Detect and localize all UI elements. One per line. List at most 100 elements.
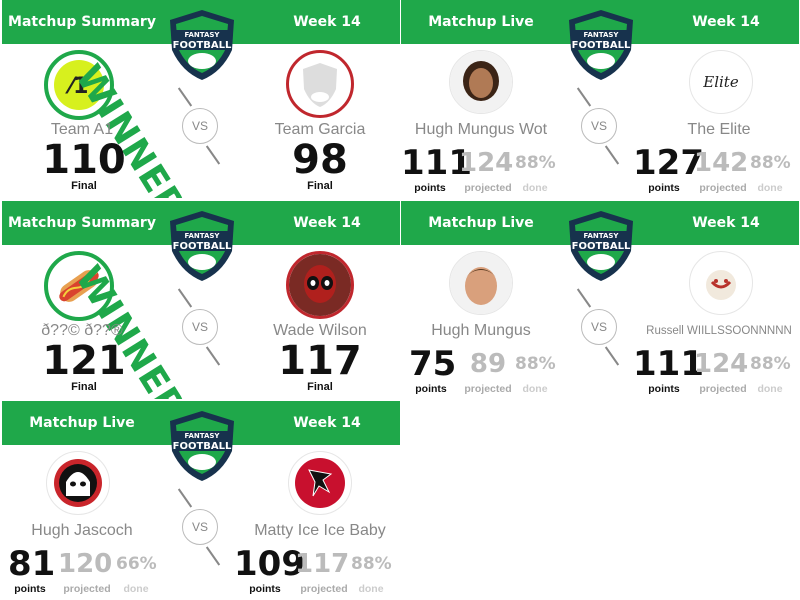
matchup-card[interactable]: Matchup Summary Week 14 FANTASY FOOTBALL… <box>2 201 400 399</box>
matchup-card[interactable]: Matchup Live Week 14 FANTASY FOOTBALL Hu… <box>2 401 400 599</box>
card-title: Matchup Summary <box>8 14 156 30</box>
points-stat: 111 points <box>401 143 472 194</box>
volleyball-icon <box>706 270 736 300</box>
points-value: 81 <box>8 544 56 584</box>
team-avatar[interactable] <box>288 451 352 515</box>
points-label: points <box>415 383 447 395</box>
done-stat: 66% done <box>116 545 157 595</box>
points-stat: 81 points <box>8 544 56 595</box>
final-label: Final <box>71 180 97 192</box>
fantasy-football-logo-icon: FANTASY FOOTBALL <box>569 211 633 281</box>
fantasy-football-logo-icon: FANTASY FOOTBALL <box>170 10 234 80</box>
svg-text:FOOTBALL: FOOTBALL <box>572 40 631 51</box>
projected-label: projected <box>699 182 747 194</box>
done-label: done <box>522 383 548 395</box>
svg-text:FANTASY: FANTASY <box>583 31 619 39</box>
points-label: points <box>14 583 46 595</box>
done-value: 88% <box>750 354 791 374</box>
team-avatar[interactable]: Elite <box>689 50 753 114</box>
vs-badge: VS <box>581 309 617 345</box>
team-name[interactable]: Russell WIILLSSOONNNNN <box>619 325 799 337</box>
vs-badge: VS <box>182 509 218 545</box>
done-stat: 88% done <box>515 144 556 194</box>
week-label: Week 14 <box>692 14 760 30</box>
fantasy-football-logo-icon: FANTASY FOOTBALL <box>569 10 633 80</box>
done-value: 88% <box>515 153 556 173</box>
projected-value: 120 <box>58 549 113 579</box>
projected-label: projected <box>464 182 512 194</box>
done-value: 88% <box>750 153 791 173</box>
team-score: 110 <box>42 137 126 183</box>
svg-text:FOOTBALL: FOOTBALL <box>173 441 232 452</box>
team-name[interactable]: Matty Ice Ice Baby <box>220 522 400 540</box>
divider <box>205 145 221 165</box>
vs-badge: VS <box>182 309 218 345</box>
team-avatar[interactable] <box>286 50 354 118</box>
matchup-card[interactable]: Matchup Live Week 14 FANTASY FOOTBALL Hu… <box>401 201 799 399</box>
projected-value: 142 <box>694 148 749 178</box>
final-label: Final <box>307 381 333 393</box>
deadpool-icon <box>289 254 351 316</box>
projected-value: 124 <box>694 349 749 379</box>
points-value: 109 <box>234 544 305 584</box>
week-label: Week 14 <box>293 215 361 231</box>
team-name[interactable]: Hugh Mungus Wot <box>401 121 581 139</box>
points-value: 111 <box>633 344 704 384</box>
svg-text:FANTASY: FANTASY <box>184 232 220 240</box>
projected-stat: 120 projected <box>58 545 116 595</box>
matchup-card[interactable]: Matchup Summary Week 14 FANTASY FOOTBALL… <box>2 0 400 198</box>
fantasy-football-logo-icon: FANTASY FOOTBALL <box>170 211 234 281</box>
points-value: 75 <box>409 344 457 384</box>
projected-stat: 142 projected <box>694 144 752 194</box>
svg-text:FOOTBALL: FOOTBALL <box>173 241 232 252</box>
divider <box>205 346 221 366</box>
team-avatar[interactable] <box>286 251 354 319</box>
done-stat: 88% done <box>750 144 791 194</box>
divider <box>177 488 193 508</box>
done-value: 66% <box>116 554 157 574</box>
svg-text:FANTASY: FANTASY <box>583 232 619 240</box>
projected-stat: 124 projected <box>694 345 752 395</box>
points-label: points <box>648 383 680 395</box>
points-label: points <box>414 182 446 194</box>
week-label: Week 14 <box>692 215 760 231</box>
projected-stat: 117 projected <box>295 545 353 595</box>
done-stat: 88% done <box>750 345 791 395</box>
team-score: 117 <box>278 338 362 384</box>
projected-label: projected <box>300 583 348 595</box>
stormtrooper-icon <box>54 459 102 507</box>
projected-label: projected <box>699 383 747 395</box>
divider <box>576 288 592 308</box>
points-value: 111 <box>401 143 472 183</box>
vs-badge: VS <box>581 108 617 144</box>
team-name[interactable]: Hugh Jascoch <box>2 522 182 540</box>
fantasy-football-logo-icon <box>303 63 337 107</box>
week-label: Week 14 <box>293 14 361 30</box>
elite-script-icon: Elite <box>702 73 739 91</box>
team-score: 121 <box>42 338 126 384</box>
team-avatar[interactable] <box>449 50 513 114</box>
done-label: done <box>757 182 783 194</box>
points-stat: 111 points <box>633 344 704 395</box>
done-stat: 88% done <box>515 345 556 395</box>
svg-text:FOOTBALL: FOOTBALL <box>173 40 232 51</box>
team-name[interactable]: Hugh Mungus <box>401 322 581 340</box>
divider <box>177 288 193 308</box>
card-title: Matchup Live <box>428 14 534 30</box>
team-avatar[interactable] <box>689 251 753 315</box>
svg-text:FOOTBALL: FOOTBALL <box>572 241 631 252</box>
falcons-icon <box>295 458 345 508</box>
matchup-card[interactable]: Matchup Live Week 14 FANTASY FOOTBALL Hu… <box>401 0 799 198</box>
points-label: points <box>249 583 281 595</box>
done-value: 88% <box>351 554 392 574</box>
team-avatar[interactable] <box>449 251 513 315</box>
divider <box>604 346 620 366</box>
divider <box>576 87 592 107</box>
projected-stat: 124 projected <box>459 144 517 194</box>
projected-stat: 89 projected <box>459 345 517 395</box>
man-photo-icon <box>450 252 512 314</box>
done-label: done <box>123 583 149 595</box>
team-avatar[interactable] <box>46 451 110 515</box>
team-name[interactable]: The Elite <box>619 121 799 139</box>
woman-photo-icon <box>450 51 512 113</box>
